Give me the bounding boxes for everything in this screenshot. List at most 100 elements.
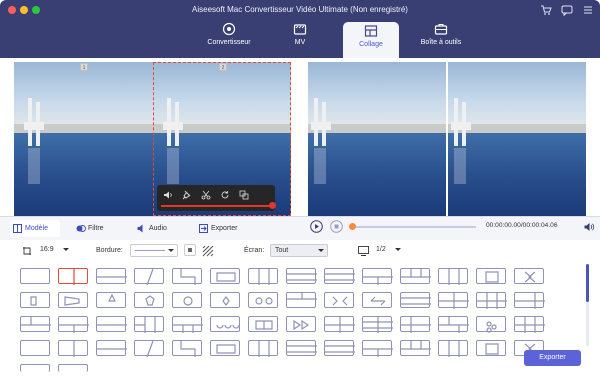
- collage-template[interactable]: [20, 268, 50, 284]
- chevron-down-icon: [395, 248, 401, 251]
- collage-template[interactable]: [96, 292, 126, 308]
- collage-template[interactable]: [134, 340, 164, 357]
- collage-template[interactable]: [362, 316, 393, 333]
- template-layout-icon: [332, 296, 348, 306]
- collage-template[interactable]: [248, 340, 278, 357]
- export-button[interactable]: Exporter: [524, 350, 581, 366]
- play-icon[interactable]: [310, 220, 323, 233]
- collage-template[interactable]: [400, 292, 431, 308]
- tab-label: Audio: [149, 225, 167, 232]
- collage-template[interactable]: [324, 292, 354, 308]
- pin-icon[interactable]: [182, 190, 192, 200]
- stop-icon[interactable]: [330, 220, 343, 233]
- collage-template[interactable]: [400, 340, 431, 356]
- tab-mv[interactable]: MV: [282, 22, 318, 58]
- scroll-thumb[interactable]: [586, 264, 589, 302]
- collage-template[interactable]: [286, 268, 317, 284]
- collage-template[interactable]: [210, 268, 240, 284]
- collage-template[interactable]: [514, 292, 545, 309]
- template-layout-icon: [524, 271, 536, 283]
- collage-template[interactable]: [476, 292, 507, 309]
- collage-template[interactable]: [438, 292, 469, 309]
- collage-template[interactable]: [20, 340, 50, 356]
- volume-icon[interactable]: [584, 222, 595, 232]
- border-pattern-button[interactable]: [202, 244, 214, 257]
- collage-template[interactable]: [210, 316, 240, 332]
- collage-template[interactable]: [58, 292, 88, 308]
- aspect-select[interactable]: 16:9: [36, 244, 72, 257]
- copy-icon[interactable]: [239, 190, 249, 200]
- collage-template[interactable]: [210, 292, 240, 308]
- collage-template[interactable]: [400, 268, 431, 284]
- collage-template[interactable]: [20, 364, 50, 372]
- collage-template[interactable]: [20, 292, 50, 308]
- collage-template[interactable]: [362, 268, 393, 285]
- collage-template[interactable]: [248, 316, 278, 332]
- slider-knob[interactable]: [269, 202, 276, 209]
- collage-template[interactable]: [248, 268, 278, 285]
- collage-template[interactable]: [324, 268, 355, 284]
- tab-audio[interactable]: Audio: [134, 220, 180, 237]
- tab-filtre[interactable]: Filtre: [73, 220, 119, 237]
- collage-template[interactable]: [172, 268, 202, 285]
- collage-template[interactable]: [20, 316, 51, 332]
- collage-template[interactable]: [324, 340, 355, 356]
- collage-template[interactable]: [476, 340, 506, 356]
- collage-template[interactable]: [58, 340, 88, 357]
- collage-template[interactable]: [172, 292, 202, 308]
- playback-timeline[interactable]: [349, 223, 476, 230]
- template-layout-icon: [97, 348, 127, 350]
- collage-template[interactable]: [438, 340, 468, 357]
- menu-icon[interactable]: [582, 4, 594, 16]
- border-color-button[interactable]: [184, 244, 196, 256]
- rotate-icon[interactable]: [220, 190, 230, 200]
- collage-template[interactable]: [96, 316, 127, 332]
- collage-template[interactable]: [58, 364, 88, 372]
- collage-template[interactable]: [438, 268, 468, 285]
- collage-template[interactable]: [324, 316, 355, 333]
- tab-collage[interactable]: Collage: [343, 22, 399, 58]
- collage-template[interactable]: [134, 292, 164, 308]
- tab-modele[interactable]: Modèle: [10, 220, 60, 237]
- volume-icon[interactable]: [163, 190, 173, 200]
- collage-icon: [364, 25, 378, 37]
- collage-template[interactable]: [286, 340, 317, 356]
- tab-boite-a-outils[interactable]: Boîte à outils: [416, 22, 466, 58]
- collage-template[interactable]: [134, 268, 164, 285]
- slider-fill: [161, 205, 273, 207]
- border-style-select[interactable]: [130, 244, 178, 257]
- collage-template[interactable]: [286, 316, 316, 332]
- tab-convertisseur[interactable]: Convertisseur: [204, 22, 254, 58]
- collage-template[interactable]: [58, 268, 88, 285]
- slot-number: 2: [219, 63, 227, 71]
- template-scrollbar[interactable]: [586, 264, 589, 346]
- page-select[interactable]: 1/2: [372, 244, 402, 257]
- collage-template[interactable]: [476, 268, 506, 284]
- chat-icon[interactable]: [561, 4, 573, 16]
- collage-template[interactable]: [248, 292, 278, 308]
- collage-template[interactable]: [400, 316, 431, 333]
- collage-template[interactable]: [172, 316, 203, 333]
- collage-template[interactable]: [210, 340, 240, 356]
- collage-template[interactable]: [58, 316, 89, 333]
- collage-template[interactable]: [96, 340, 127, 356]
- collage-template[interactable]: [438, 316, 469, 333]
- clip-volume-slider[interactable]: [161, 202, 276, 209]
- collage-template[interactable]: [134, 316, 164, 333]
- collage-template[interactable]: [286, 292, 317, 308]
- collage-template[interactable]: [514, 268, 544, 284]
- collage-template[interactable]: [514, 316, 545, 333]
- screen-select[interactable]: Tout: [270, 244, 328, 257]
- aspect-value: 16:9: [40, 246, 54, 253]
- tab-exporter[interactable]: Exporter: [196, 220, 252, 237]
- collage-slot-1[interactable]: [14, 62, 153, 216]
- cut-icon[interactable]: [201, 190, 211, 200]
- collage-template[interactable]: [476, 316, 506, 333]
- timeline-knob[interactable]: [349, 223, 356, 230]
- template-layout-icon: [287, 345, 317, 353]
- collage-template[interactable]: [362, 292, 392, 308]
- collage-template[interactable]: [362, 340, 393, 357]
- cart-icon[interactable]: [540, 4, 552, 16]
- collage-template[interactable]: [172, 340, 202, 357]
- collage-template[interactable]: [96, 268, 127, 284]
